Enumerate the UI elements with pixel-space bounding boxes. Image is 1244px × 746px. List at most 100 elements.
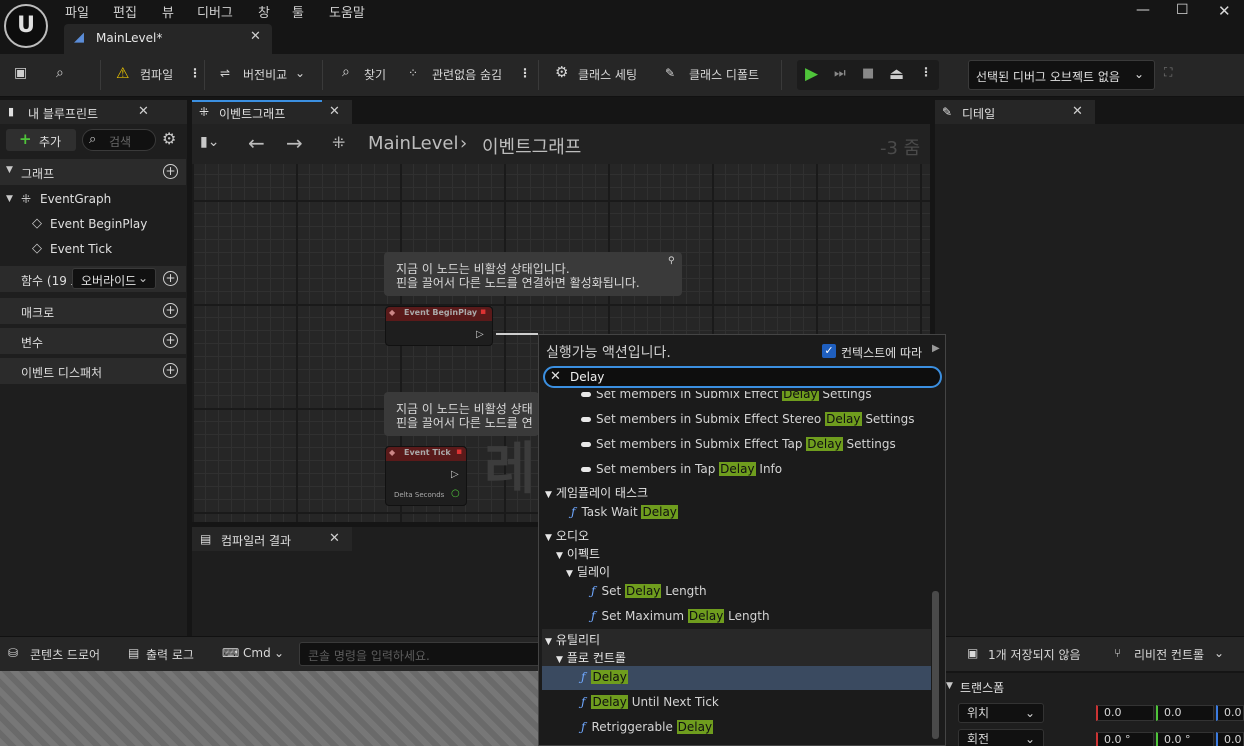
rotation-z-field[interactable]: 0.0	[1216, 732, 1244, 746]
dispatchers-section[interactable]: 이벤트 디스패처 +	[0, 358, 186, 384]
menu-edit[interactable]: 편집	[113, 2, 137, 21]
output-log-icon[interactable]: ▤	[128, 646, 139, 660]
level-viewport[interactable]	[0, 671, 545, 746]
content-drawer-button[interactable]: 콘텐츠 드로어	[30, 646, 100, 663]
category-utilities[interactable]: ▼ 유틸리티	[545, 631, 600, 648]
class-settings-button[interactable]: 클래스 세팅	[578, 66, 637, 83]
list-item[interactable]: ƒ Delay Until Next Tick	[581, 695, 719, 709]
revision-control-button[interactable]: 리비전 컨트롤	[1134, 646, 1204, 663]
list-item[interactable]: Set members in Submix Effect Stereo Dela…	[581, 412, 915, 426]
close-icon[interactable]: ✕	[138, 104, 149, 119]
forward-arrow-icon[interactable]: →	[286, 131, 303, 155]
exec-pin-icon[interactable]: ▷	[476, 329, 484, 340]
location-z-field[interactable]: 0.0	[1216, 705, 1244, 721]
tree-item-event-tick[interactable]: Event Tick	[50, 242, 112, 256]
menu-help[interactable]: 도움말	[329, 2, 365, 21]
chevron-down-icon[interactable]: ▼	[946, 681, 953, 691]
eject-icon[interactable]: ⏏	[889, 64, 904, 83]
add-button[interactable]: + 추가	[6, 129, 76, 151]
play-icon[interactable]: ▶	[805, 64, 818, 84]
list-item[interactable]: ƒ Task Wait Delay	[571, 505, 678, 519]
list-item-selected[interactable]: ƒ Delay	[581, 670, 628, 684]
list-item[interactable]: Set members in Submix Effect Delay Setti…	[581, 391, 872, 401]
add-graph-icon[interactable]: +	[163, 164, 178, 179]
location-y-field[interactable]: 0.0	[1156, 705, 1214, 721]
list-item[interactable]: ƒ Set Delay Length	[591, 584, 707, 598]
menu-file[interactable]: 파일	[65, 2, 89, 21]
hide-unrelated-icon[interactable]: ⁘	[408, 66, 418, 80]
node-event-tick[interactable]: ◆ Event Tick ▪ ▷ Delta Seconds ○	[385, 446, 467, 506]
close-icon[interactable]: ✕	[1072, 104, 1083, 119]
menu-window[interactable]: 창	[258, 2, 270, 21]
breadcrumb-leaf[interactable]: 이벤트그래프	[482, 133, 581, 159]
diff-icon[interactable]: ⇌	[220, 66, 230, 80]
compile-options-icon[interactable]: ⋮	[189, 66, 201, 80]
step-icon[interactable]: ⏭	[834, 66, 846, 81]
debug-object-select[interactable]: 선택된 디버그 오브젝트 없음 ⌄	[968, 60, 1155, 90]
rotation-y-field[interactable]: 0.0 °	[1156, 732, 1214, 746]
add-dispatcher-icon[interactable]: +	[163, 363, 178, 378]
chevron-down-icon[interactable]: ⌄	[1214, 646, 1224, 660]
menu-view[interactable]: 뷰	[162, 2, 174, 21]
chevron-right-icon[interactable]: ▶	[932, 343, 940, 354]
search-icon[interactable]: ⌕	[342, 64, 350, 80]
breadcrumb-root[interactable]: MainLevel	[368, 133, 458, 154]
close-icon[interactable]: ✕	[329, 104, 340, 119]
gear-icon[interactable]: ⚙	[162, 129, 176, 148]
category-flow-control[interactable]: ▼ 플로 컨트롤	[556, 649, 626, 666]
context-sensitive-checkbox[interactable]: ✓	[822, 344, 836, 358]
override-dropdown[interactable]: 오버라이드 ⌄	[72, 268, 156, 289]
action-search-input[interactable]: ✕ Delay	[543, 366, 942, 388]
gear-icon[interactable]: ⚙	[555, 63, 568, 81]
unsaved-button[interactable]: 1개 저장되지 않음	[988, 646, 1081, 663]
find-button[interactable]: 찾기	[364, 66, 386, 83]
hide-unrelated-button[interactable]: 관련없음 숨김	[432, 66, 502, 83]
document-tab[interactable]: ◢ MainLevel* ✕	[64, 24, 272, 54]
output-log-button[interactable]: 출력 로그	[146, 646, 194, 663]
functions-section[interactable]: 함수 (19 오 오버라이드 ⌄ +	[0, 266, 186, 292]
add-macro-icon[interactable]: +	[163, 303, 178, 318]
list-item[interactable]: Set members in Tap Delay Info	[581, 462, 782, 476]
bookmark-icon[interactable]: ▮⌄	[200, 134, 219, 150]
search-input[interactable]: ⌕ 검색	[82, 129, 156, 151]
graphs-section[interactable]: ▼ 그래프 +	[0, 159, 186, 185]
diff-button[interactable]: 버전비교	[243, 66, 287, 83]
category-effects[interactable]: ▼ 이펙트	[556, 545, 600, 562]
list-item[interactable]: Set members in Submix Effect Tap Delay S…	[581, 437, 896, 451]
menu-debug[interactable]: 디버그	[197, 2, 233, 21]
content-drawer-icon[interactable]: ⛁	[8, 646, 18, 660]
float-pin-icon[interactable]: ○	[451, 488, 460, 499]
console-input[interactable]: 콘솔 명령을 입력하세요.	[299, 642, 549, 666]
category-audio[interactable]: ▼ 오디오	[545, 527, 589, 544]
macros-section[interactable]: 매크로 +	[0, 298, 186, 324]
add-function-icon[interactable]: +	[163, 271, 178, 286]
back-arrow-icon[interactable]: ←	[248, 131, 265, 155]
details-tab[interactable]: ✎ 디테일 ✕	[935, 100, 1095, 124]
pen-icon[interactable]: ✎	[665, 66, 675, 80]
stop-icon[interactable]: ■	[862, 66, 874, 81]
close-window-icon[interactable]: ✕	[1218, 2, 1231, 20]
chevron-down-icon[interactable]: ▼	[6, 194, 13, 204]
unreal-logo-icon[interactable]: U	[4, 4, 48, 48]
debug-filter-icon[interactable]: ⛶	[1164, 65, 1172, 80]
chevron-down-icon[interactable]: ⌄	[274, 646, 284, 660]
save-icon[interactable]: ▣	[14, 65, 27, 81]
variables-section[interactable]: 변수 +	[0, 328, 186, 354]
category-delay[interactable]: ▼ 딜레이	[566, 563, 610, 580]
scrollbar[interactable]	[932, 591, 939, 739]
my-blueprint-tab[interactable]: ▮ 내 블루프린트 ✕	[0, 100, 187, 124]
location-dropdown[interactable]: 위치 ⌄	[958, 703, 1044, 723]
compile-button[interactable]: 컴파일	[140, 66, 173, 83]
add-variable-icon[interactable]: +	[163, 333, 178, 348]
play-options-icon[interactable]: ⋮	[920, 65, 932, 79]
location-x-field[interactable]: 0.0	[1096, 705, 1154, 721]
cmd-dropdown[interactable]: Cmd	[243, 646, 271, 660]
menu-tools[interactable]: 툴	[292, 2, 304, 21]
close-icon[interactable]: ✕	[250, 29, 261, 44]
pin-icon[interactable]: ⚲	[668, 256, 675, 266]
compiler-results-tab[interactable]: ▤ 컴파일러 결과 ✕	[192, 527, 352, 551]
more-options-icon[interactable]: ⋮	[519, 66, 531, 80]
list-item[interactable]: ƒ Set Maximum Delay Length	[591, 609, 770, 623]
tree-item-eventgraph[interactable]: EventGraph	[40, 192, 111, 206]
node-event-beginplay[interactable]: ◆ Event BeginPlay ▪ ▷	[385, 306, 493, 346]
